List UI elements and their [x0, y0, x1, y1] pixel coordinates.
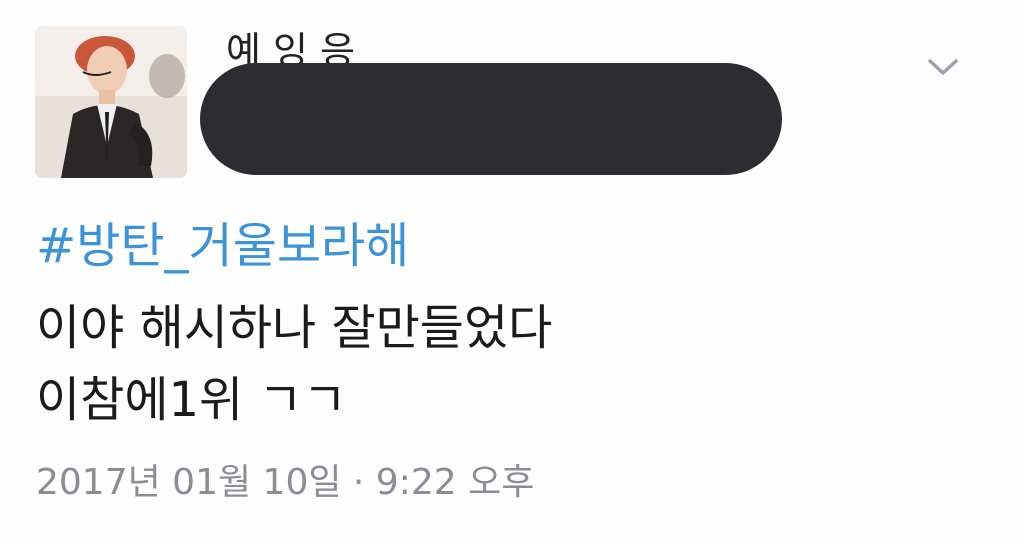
chevron-down-icon[interactable] — [926, 56, 960, 78]
tweet-timestamp[interactable]: 2017년 01월 10일 · 9:22 오후 — [36, 461, 534, 504]
profile-photo — [35, 26, 187, 178]
hashtag-link[interactable]: #방탄_거울보라해 — [36, 218, 409, 276]
tweet-text-line: 이야 해시하나 잘만들었다 — [36, 300, 553, 356]
avatar[interactable] — [35, 26, 187, 178]
tweet-text-line: 이참에1위 ㄱㄱ — [36, 372, 347, 428]
redaction-block — [200, 63, 782, 175]
tweet-card: 예 잉 응 #방탄_거울보라해 이야 해시하나 잘만들었다 이참에1위 ㄱㄱ 2… — [0, 0, 1024, 541]
